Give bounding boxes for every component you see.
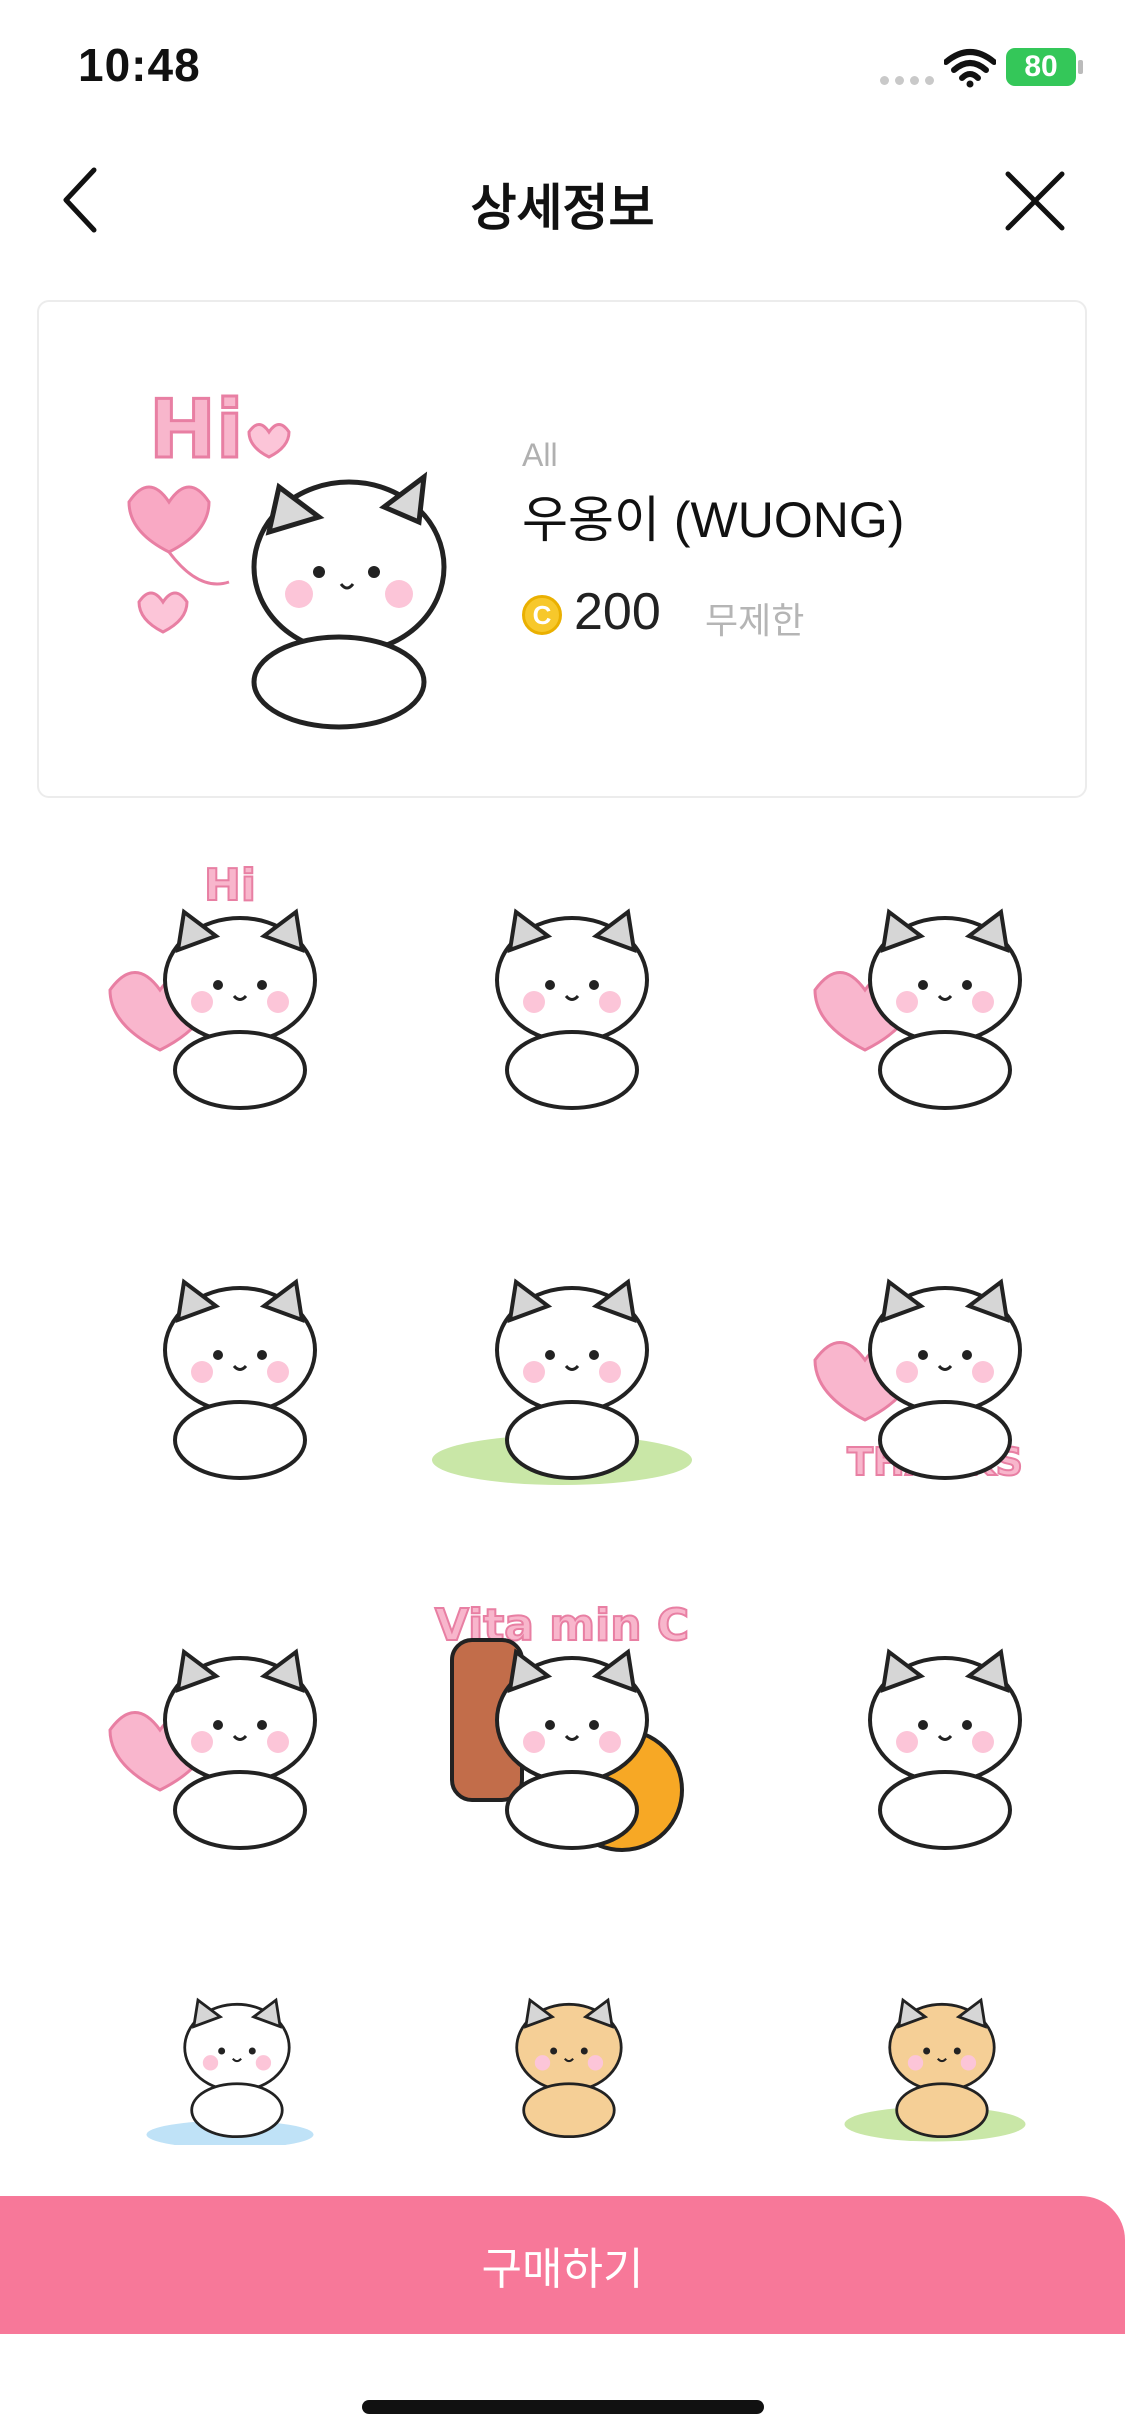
product-thumbnail: Hi bbox=[127, 382, 447, 730]
svg-text:Hi: Hi bbox=[149, 383, 243, 476]
sticker-headband-hearts[interactable] bbox=[795, 840, 1075, 1120]
product-name: 우옹이 (WUONG) bbox=[522, 492, 905, 548]
status-time: 10:48 bbox=[78, 39, 201, 91]
sticker-3d-glasses-popcorn[interactable] bbox=[795, 1580, 1075, 1860]
sticker-thanks-heart[interactable]: THANKS bbox=[795, 1210, 1075, 1490]
product-price: 200 bbox=[574, 583, 661, 641]
buy-button-label: 구매하기 bbox=[481, 2245, 644, 2294]
sticker-big-heart-hug[interactable] bbox=[90, 1580, 370, 1860]
battery-level: 80 bbox=[1024, 50, 1058, 83]
sticker-vitamin-bottle[interactable]: Vita min C bbox=[422, 1580, 702, 1860]
battery-icon: 80 bbox=[1006, 48, 1076, 86]
home-indicator bbox=[362, 2400, 764, 2414]
sticker-crying-puddle[interactable] bbox=[90, 1950, 370, 2145]
usage-period: 무제한 bbox=[705, 600, 805, 641]
cellular-signal-icon bbox=[880, 76, 934, 85]
nav-bar: 상세정보 bbox=[0, 150, 1125, 250]
buy-button[interactable]: 구매하기 bbox=[0, 2196, 1125, 2334]
wifi-icon bbox=[944, 49, 996, 88]
sticker-drum[interactable] bbox=[422, 840, 702, 1120]
status-bar: 10:48 80 bbox=[0, 0, 1125, 130]
sticker-flower-field[interactable] bbox=[795, 1950, 1075, 2145]
page-title: 상세정보 bbox=[470, 180, 655, 236]
sticker-toilet-paper[interactable] bbox=[422, 1950, 702, 2145]
product-category: All bbox=[522, 437, 558, 473]
sticker-hi-balloon[interactable]: Hi bbox=[90, 840, 370, 1120]
svg-text:Hi: Hi bbox=[204, 860, 256, 911]
sticker-birthday-cake[interactable] bbox=[90, 1210, 370, 1490]
battery-cap bbox=[1078, 60, 1083, 74]
sticker-four-leaf-clover[interactable] bbox=[422, 1210, 702, 1490]
coin-icon: C bbox=[522, 595, 562, 635]
product-info-card: Hi All 우옹이 (WUONG) C 200 무제한 bbox=[37, 300, 1087, 798]
close-icon[interactable] bbox=[1000, 166, 1070, 236]
